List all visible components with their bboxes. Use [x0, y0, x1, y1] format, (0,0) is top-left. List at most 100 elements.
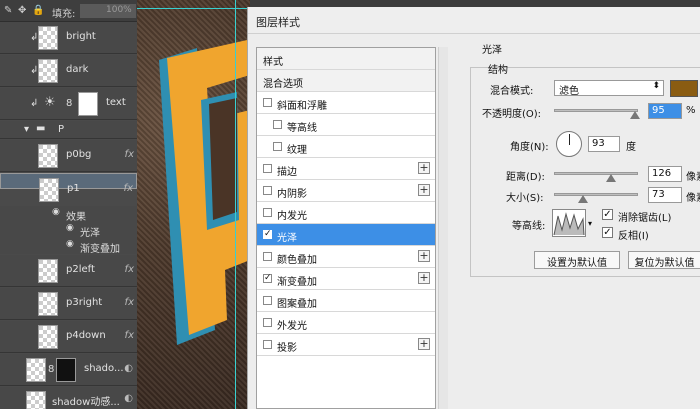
style-item-pattern-overlay[interactable]: 图案叠加	[257, 290, 435, 312]
distance-input[interactable]: 126	[648, 166, 682, 182]
add-icon[interactable]: +	[418, 272, 430, 284]
style-item-bevel[interactable]: 斜面和浮雕	[257, 92, 435, 114]
layer-thumbnail	[38, 59, 58, 83]
eye-icon[interactable]: ◉	[66, 223, 74, 233]
style-item-drop-shadow[interactable]: 投影 +	[257, 334, 435, 356]
checkbox[interactable]	[263, 252, 272, 261]
invert-label: 反相(I)	[618, 231, 649, 242]
add-icon[interactable]: +	[418, 250, 430, 262]
fx-icon[interactable]: fx	[125, 149, 134, 160]
layer-thumbnail	[38, 259, 58, 283]
antialias-label: 消除锯齿(L)	[618, 213, 672, 224]
fx-icon[interactable]: fx	[125, 330, 134, 341]
effect-row-gloss[interactable]: ◉ 光泽	[0, 222, 137, 239]
effect-row-gradient[interactable]: ◉ 渐变叠加	[0, 238, 137, 255]
style-label: 斜面和浮雕	[277, 101, 327, 112]
style-item-stroke[interactable]: 描边 +	[257, 158, 435, 180]
style-item-gradient-overlay[interactable]: ✓ 渐变叠加 +	[257, 268, 435, 290]
angle-dial[interactable]	[556, 131, 582, 157]
guide-line	[235, 0, 236, 409]
layer-thumbnail	[39, 178, 59, 202]
eye-icon[interactable]: ◉	[52, 207, 60, 217]
antialias-checkbox[interactable]: ✓	[602, 209, 613, 220]
layer-name: shadow动感...	[52, 397, 120, 408]
checkbox[interactable]	[263, 208, 272, 217]
smart-object-icon: ◐	[124, 393, 133, 404]
document-canvas[interactable]	[137, 0, 250, 409]
size-input[interactable]: 73	[648, 187, 682, 203]
size-unit: 像素	[686, 193, 700, 204]
group-title: 结构	[488, 65, 508, 76]
checkbox[interactable]	[263, 164, 272, 173]
smart-object-icon: ◐	[124, 363, 133, 374]
distance-unit: 像素	[686, 172, 700, 183]
fx-icon[interactable]: fx	[125, 297, 134, 308]
contour-dropdown-icon[interactable]: ▾	[588, 219, 592, 228]
fx-icon[interactable]: fx	[125, 264, 134, 275]
contour-picker[interactable]	[552, 209, 586, 237]
invert-checkbox[interactable]: ✓	[602, 227, 613, 238]
style-item-outer-glow[interactable]: 外发光	[257, 312, 435, 334]
effects-row[interactable]: ◉ 效果	[0, 206, 137, 223]
style-item-inner-glow[interactable]: 内发光	[257, 202, 435, 224]
add-icon[interactable]: +	[418, 162, 430, 174]
style-label: 渐变叠加	[277, 277, 317, 288]
style-item-texture[interactable]: 纹理	[257, 136, 435, 158]
angle-unit: 度	[626, 142, 636, 153]
chevron-down-icon[interactable]: ▾	[24, 124, 29, 135]
layer-row-text[interactable]: ↲ ☀ 8 text	[0, 88, 137, 120]
size-slider-handle[interactable]	[578, 195, 588, 203]
style-item-styles[interactable]: 样式	[257, 48, 435, 70]
add-icon[interactable]: +	[418, 338, 430, 350]
opacity-slider[interactable]	[554, 109, 638, 112]
checkbox[interactable]: ✓	[263, 274, 272, 283]
style-item-color-overlay[interactable]: 颜色叠加 +	[257, 246, 435, 268]
checkbox[interactable]	[263, 340, 272, 349]
layer-group-P[interactable]: ▾ ▬ P	[0, 121, 137, 139]
eye-icon[interactable]: ◉	[66, 239, 74, 249]
reset-default-button[interactable]: 复位为默认值	[628, 251, 700, 269]
lock-pixels-icon[interactable]: ✎	[4, 5, 12, 16]
layer-row-dark[interactable]: ↲ dark	[0, 55, 137, 87]
checkbox[interactable]	[263, 318, 272, 327]
style-item-contour[interactable]: 等高线	[257, 114, 435, 136]
checkbox[interactable]	[263, 296, 272, 305]
layer-row-shadow-motion[interactable]: shadow动感... ◐	[0, 387, 137, 409]
checkbox[interactable]	[263, 98, 272, 107]
style-item-blend-options[interactable]: 混合选项	[257, 70, 435, 92]
set-default-button[interactable]: 设置为默认值	[534, 251, 620, 269]
angle-input[interactable]: 93	[588, 136, 620, 152]
checkbox[interactable]	[263, 186, 272, 195]
add-icon[interactable]: +	[418, 184, 430, 196]
angle-dial-hand	[569, 134, 570, 145]
fill-input[interactable]: 100%	[80, 4, 136, 18]
fx-icon[interactable]: fx	[124, 183, 133, 194]
lock-icon[interactable]: 🔒	[32, 5, 44, 16]
style-item-inner-shadow[interactable]: 内阴影 +	[257, 180, 435, 202]
distance-slider[interactable]	[554, 172, 638, 175]
layer-row-p0bg[interactable]: p0bg fx	[0, 140, 137, 172]
layer-row-p2left[interactable]: p2left fx	[0, 255, 137, 287]
opacity-slider-handle[interactable]	[630, 111, 640, 119]
move-lock-icon[interactable]: ✥	[18, 5, 26, 16]
checkbox[interactable]	[273, 120, 282, 129]
layer-row-shadow[interactable]: 8 shado... ◐	[0, 354, 137, 386]
layer-thumbnail	[38, 144, 58, 168]
clip-arrow-icon: ↲	[30, 98, 39, 109]
blend-color-swatch[interactable]	[670, 80, 698, 97]
opacity-input[interactable]: 95	[648, 103, 682, 119]
styles-scrollbar[interactable]	[438, 47, 448, 409]
distance-slider-handle[interactable]	[606, 174, 616, 182]
checkbox[interactable]	[273, 142, 282, 151]
layer-row-p4down[interactable]: p4down fx	[0, 321, 137, 353]
layer-row-p3right[interactable]: p3right fx	[0, 288, 137, 320]
checkbox[interactable]: ✓	[263, 230, 272, 239]
layer-row-bright[interactable]: ↲ bright	[0, 22, 137, 54]
folder-icon: ▬	[36, 123, 46, 134]
blend-mode-select[interactable]: 滤色 ⬍	[554, 80, 664, 97]
section-title: 光泽	[482, 45, 502, 56]
size-slider[interactable]	[554, 193, 638, 196]
layer-row-p1[interactable]: p1 fx	[0, 173, 137, 202]
blend-mode-label: 混合模式:	[490, 86, 534, 97]
style-item-satin[interactable]: ✓ 光泽	[257, 224, 435, 246]
